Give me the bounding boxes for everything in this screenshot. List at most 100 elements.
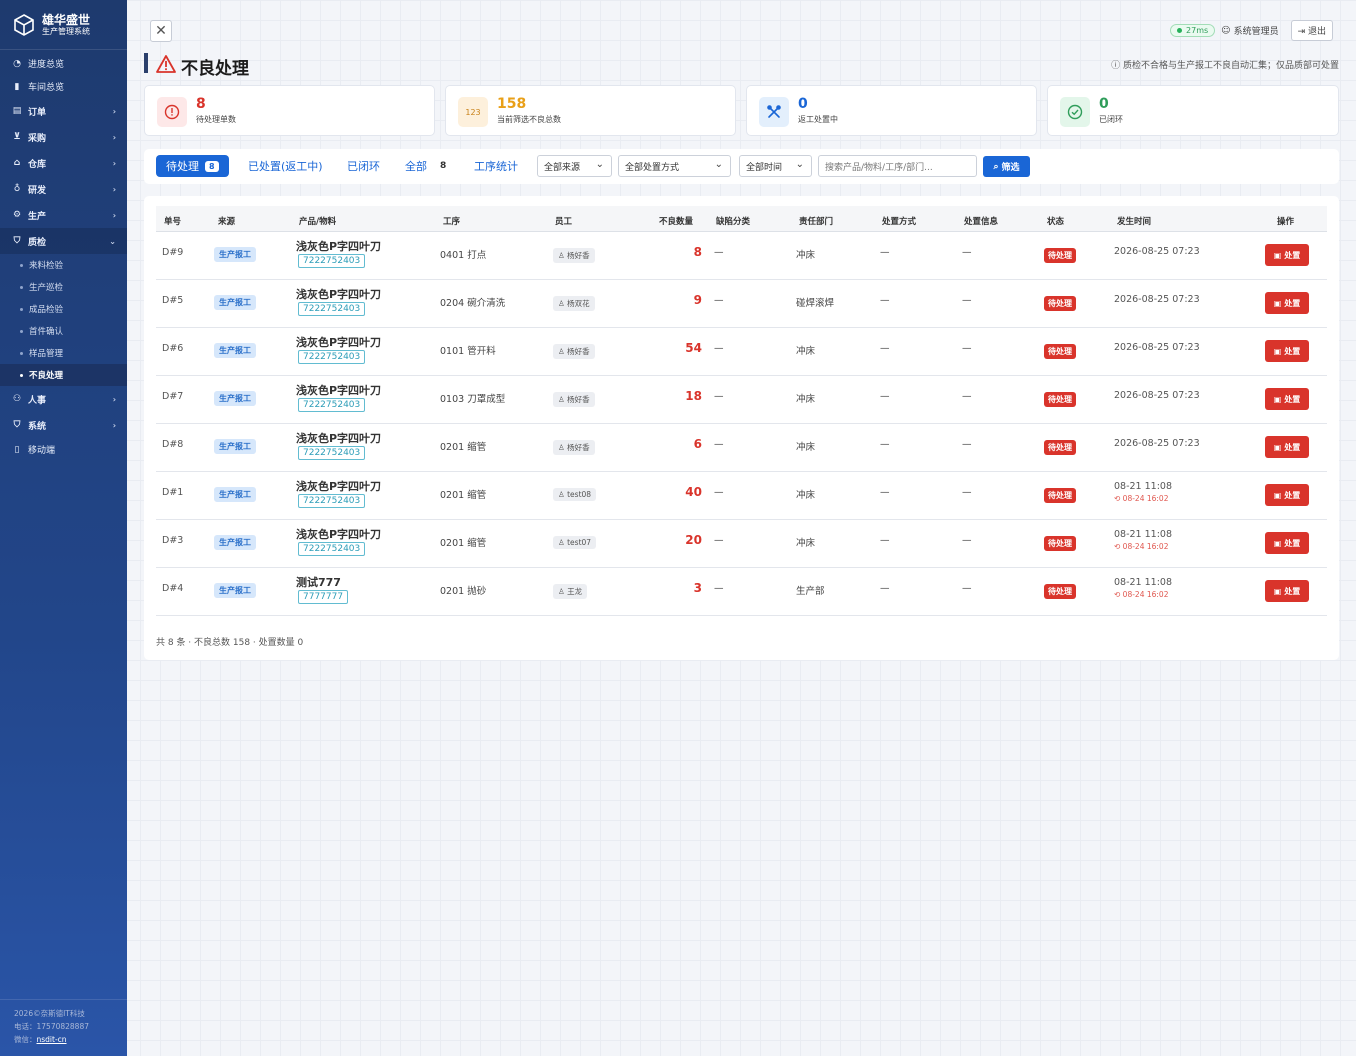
responsible-dept: 冲床 <box>796 394 816 405</box>
dispose-button[interactable]: ▣ 处置 <box>1265 532 1309 554</box>
column-header: 产品/物料 <box>299 217 337 227</box>
sidebar-item-system[interactable]: ⛉ 系统 › <box>0 412 127 438</box>
column-header: 工序 <box>443 217 461 227</box>
process: 0401 打点 <box>440 250 487 261</box>
bulb-icon: ♁ <box>13 184 21 194</box>
table-row[interactable]: D#1 生产报工 浅灰色P字四叶刀 7222752403 0201 缩管 ♙ test08… <box>156 472 1327 520</box>
tab-label: 工序统计 <box>474 160 518 173</box>
disposal-method: — <box>880 391 890 402</box>
warning-icon <box>156 55 176 73</box>
product-code[interactable]: 7222752403 <box>298 494 366 508</box>
filter-button[interactable]: ⌕ 筛选 <box>983 156 1030 177</box>
sidebar-item-purchase[interactable]: ⊻ 采购 › <box>0 124 127 150</box>
occurred-time: 2026-08-25 07:23 <box>1114 246 1200 257</box>
sidebar-item-label: 仓库 <box>28 159 47 170</box>
stat-card-pending[interactable]: 8 待处理单数 <box>144 85 435 136</box>
tab-process-stats[interactable]: 工序统计 <box>474 155 518 177</box>
stat-label: 已闭环 <box>1099 115 1123 124</box>
alert-icon <box>157 97 187 127</box>
sidebar-subitem-incoming[interactable]: 来料检验 <box>0 254 127 276</box>
table-row[interactable]: D#5 生产报工 浅灰色P字四叶刀 7222752403 0204 碗介清洗 ♙ 杨双花 9… <box>156 280 1327 328</box>
product-code[interactable]: 7222752403 <box>298 446 366 460</box>
time-main: 08-21 11:08 <box>1114 529 1173 540</box>
sidebar-subitem-finished[interactable]: 成品检验 <box>0 298 127 320</box>
info-icon: ⓘ <box>1111 61 1123 71</box>
employee-name: 杨好香 <box>567 443 590 452</box>
tab-all[interactable]: 全部 8 <box>405 155 446 177</box>
sidebar-subitem-patrol[interactable]: 生产巡检 <box>0 276 127 298</box>
sidebar-nav: ◔ 进度总览 ▮ 车间总览 ▤ 订单 › ⊻ 采购 › ⌂ 仓库 › ♁ 研发 › ⚙ 生产 › ⛉ 质检… <box>0 50 127 461</box>
dispose-button[interactable]: ▣ 处置 <box>1265 340 1309 362</box>
sidebar-item-warehouse[interactable]: ⌂ 仓库 › <box>0 150 127 176</box>
sidebar-item-label: 采购 <box>28 133 47 144</box>
sidebar-subitem-label: 生产巡检 <box>29 283 64 293</box>
product-code[interactable]: 7222752403 <box>298 542 366 556</box>
refresh-icon: ⟲ <box>1114 494 1123 503</box>
table-row[interactable]: D#3 生产报工 浅灰色P字四叶刀 7222752403 0201 缩管 ♙ test07… <box>156 520 1327 568</box>
source-select[interactable]: 全部来源 ⌄ <box>537 155 612 177</box>
employee-name: 杨好香 <box>567 347 590 356</box>
user-icon: ♙ <box>558 587 568 596</box>
source-badge: 生产报工 <box>214 295 256 310</box>
tab-pending[interactable]: 待处理 8 <box>156 155 229 177</box>
stat-label: 返工处置中 <box>798 115 838 124</box>
user-icon: ♙ <box>558 347 568 356</box>
product-code[interactable]: 7222752403 <box>298 302 366 316</box>
sidebar-subitem-first-article[interactable]: 首件确认 <box>0 320 127 342</box>
product-code[interactable]: 7222752403 <box>298 350 366 364</box>
sidebar-subitem-samples[interactable]: 样品管理 <box>0 342 127 364</box>
stat-card-closed[interactable]: 0 已闭环 <box>1047 85 1339 136</box>
time-updated: ⟲ 08-24 16:02 <box>1114 493 1172 505</box>
sidebar-subitem-label: 样品管理 <box>29 349 64 359</box>
sidebar: 雄华盛世 生产管理系统 ◔ 进度总览 ▮ 车间总览 ▤ 订单 › ⊻ 采购 › ⌂ 仓库 › ♁… <box>0 0 127 1056</box>
dispose-button[interactable]: ▣ 处置 <box>1265 292 1309 314</box>
table-row[interactable]: D#6 生产报工 浅灰色P字四叶刀 7222752403 0101 管开料 ♙ 杨好香 54… <box>156 328 1327 376</box>
sidebar-item-qc[interactable]: ⛉ 质检 ⌄ <box>0 228 127 254</box>
filter-bar: 待处理 8 已处置(返工中) 已闭环 全部 8 工序统计 全部来源 ⌄ 全部处置方式 ⌄… <box>144 149 1339 184</box>
defect-category: — <box>714 535 724 546</box>
dispose-button[interactable]: ▣ 处置 <box>1265 244 1309 266</box>
product-code[interactable]: 7222752403 <box>298 254 366 268</box>
sidebar-item-production[interactable]: ⚙ 生产 › <box>0 202 127 228</box>
table-row[interactable]: D#7 生产报工 浅灰色P字四叶刀 7222752403 0103 刀罩成型 ♙ 杨好香 1… <box>156 376 1327 424</box>
responsible-dept: 冲床 <box>796 346 816 357</box>
sidebar-item-label: 生产 <box>28 211 47 222</box>
defect-category: — <box>714 343 724 354</box>
brand[interactable]: 雄华盛世 生产管理系统 <box>0 0 127 50</box>
sidebar-item-hr[interactable]: ⚇ 人事 › <box>0 386 127 412</box>
table-row[interactable]: D#4 生产报工 测试777 7777777 0201 抛砂 ♙ 王龙 3 — 生产部 — — 待处理… <box>156 568 1327 616</box>
sidebar-item-mobile[interactable]: ▯ 移动端 <box>0 438 127 461</box>
sidebar-item-label: 移动端 <box>28 446 56 456</box>
dispose-button[interactable]: ▣ 处置 <box>1265 388 1309 410</box>
stat-card-total[interactable]: 123 158 当前筛选不良总数 <box>445 85 736 136</box>
tab-reworking[interactable]: 已处置(返工中) <box>248 155 323 177</box>
tab-closed[interactable]: 已闭环 <box>347 155 380 177</box>
number-icon: 123 <box>458 97 488 127</box>
sidebar-item-workshop[interactable]: ▮ 车间总览 <box>0 75 127 98</box>
dispose-button[interactable]: ▣ 处置 <box>1265 484 1309 506</box>
sidebar-item-order[interactable]: ▤ 订单 › <box>0 98 127 124</box>
search-input[interactable]: 搜索产品/物料/工序/部门... <box>818 155 977 177</box>
logout-button[interactable]: ⇥ 退出 <box>1290 20 1333 41</box>
table-row[interactable]: D#9 生产报工 浅灰色P字四叶刀 7222752403 0401 打点 ♙ 杨好香 8 — 冲… <box>156 232 1327 280</box>
order-id: D#5 <box>162 295 184 306</box>
doc-icon: ▮ <box>14 81 20 92</box>
wechat-id[interactable]: nsdit-cn <box>37 1035 67 1044</box>
table-row[interactable]: D#8 生产报工 浅灰色P字四叶刀 7222752403 0201 缩管 ♙ 杨好香 6 — 冲… <box>156 424 1327 472</box>
stat-card-rework[interactable]: 0 返工处置中 <box>746 85 1037 136</box>
method-select[interactable]: 全部处置方式 ⌄ <box>618 155 731 177</box>
product-code[interactable]: 7777777 <box>298 590 349 604</box>
current-user[interactable]: ☺ 系统管理员 <box>1221 24 1278 38</box>
brand-title: 雄华盛世 <box>42 12 91 27</box>
close-button[interactable]: ✕ <box>150 20 172 42</box>
sidebar-item-rnd[interactable]: ♁ 研发 › <box>0 176 127 202</box>
dispose-button[interactable]: ▣ 处置 <box>1265 580 1309 602</box>
source-badge: 生产报工 <box>214 247 256 262</box>
sidebar-item-progress[interactable]: ◔ 进度总览 <box>0 52 127 75</box>
time-select[interactable]: 全部时间 ⌄ <box>739 155 812 177</box>
dispose-button-label: 处置 <box>1284 490 1301 500</box>
product-code[interactable]: 7222752403 <box>298 398 366 412</box>
dispose-button[interactable]: ▣ 处置 <box>1265 436 1309 458</box>
bullet-icon <box>20 285 23 289</box>
sidebar-subitem-defects[interactable]: 不良处理 <box>0 364 127 386</box>
